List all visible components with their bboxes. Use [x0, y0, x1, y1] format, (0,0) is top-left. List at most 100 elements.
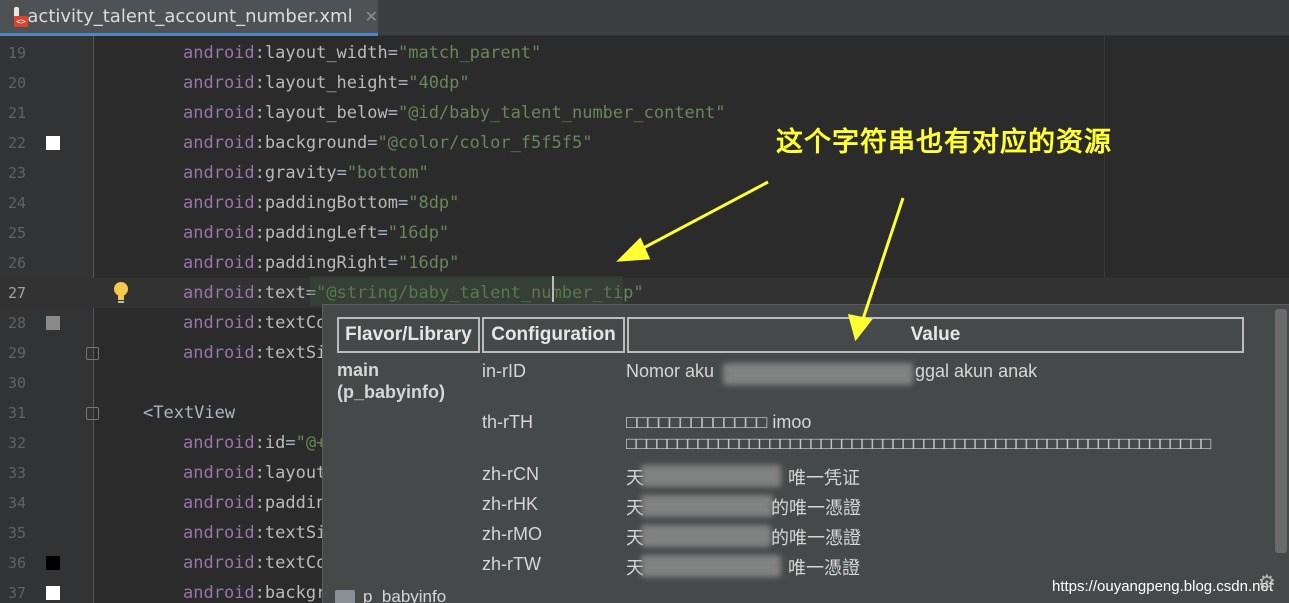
xml-attribute: android:textCo [183, 553, 327, 573]
xml-attribute: android:paddingLeft="16dp" [183, 223, 450, 243]
attr-name: textSi [264, 343, 327, 363]
xml-attribute: android:layout_width="match_parent" [183, 43, 542, 63]
line-number: 20 [8, 74, 27, 92]
flavor-cell: main (p_babyinfo) [337, 360, 445, 402]
attr-name: layout [264, 463, 327, 483]
attr-namespace: android [183, 523, 255, 543]
config-cell: zh-rHK [482, 494, 539, 514]
fold-icon[interactable] [86, 347, 99, 360]
attr-value: "bottom" [346, 163, 429, 183]
gear-icon[interactable]: ⚙ [1258, 572, 1278, 592]
xml-attribute: android:backgr [183, 583, 327, 603]
line-number: 28 [8, 314, 27, 332]
attr-namespace: android [183, 343, 255, 363]
tab-title: activity_talent_account_number.xml [27, 6, 353, 27]
value-cell-end: 唯一凭证 [788, 468, 860, 488]
attr-name: layout_width [264, 43, 388, 63]
xml-attribute: android:paddin [183, 493, 327, 513]
code-line[interactable]: 24 android:paddingBottom="8dp" [0, 188, 1289, 218]
xml-tag: <TextView [143, 403, 236, 423]
attr-value: "match_parent" [397, 43, 542, 63]
color-swatch-icon[interactable] [46, 556, 60, 570]
annotation-text: 这个字符串也有对应的资源 [776, 127, 1112, 158]
code-line[interactable]: 26 android:paddingRight="16dp" [0, 248, 1289, 278]
line-number: 24 [8, 194, 27, 212]
attr-name: paddingBottom [264, 193, 398, 213]
table-header: Flavor/Library Configuration Value [337, 317, 1244, 353]
line-number: 23 [8, 164, 27, 182]
redaction-blur [723, 363, 913, 385]
code-line[interactable]: 19 android:layout_width="match_parent" [0, 38, 1289, 68]
attr-name: id [264, 433, 286, 453]
config-cell: zh-rTW [482, 554, 541, 574]
redaction-blur [641, 465, 781, 487]
config-cell: zh-rMO [482, 524, 542, 544]
line-number: 19 [8, 44, 27, 62]
attr-name: paddingRight [264, 253, 388, 273]
line-number: 22 [8, 134, 27, 152]
redaction-blur [641, 555, 781, 577]
code-line[interactable]: 23 android:gravity="bottom" [0, 158, 1289, 188]
popup-scrollbar[interactable] [1275, 309, 1287, 553]
config-cell: th-rTH [482, 412, 533, 432]
xml-attribute: android:layout_height="40dp" [183, 73, 470, 93]
attr-namespace: android [183, 103, 255, 123]
close-icon[interactable]: ✕ [365, 7, 378, 26]
xml-attribute: android:gravity="bottom" [183, 163, 429, 183]
attr-namespace: android [183, 493, 255, 513]
attr-value: "8dp" [408, 193, 460, 213]
color-swatch-icon[interactable] [46, 586, 60, 600]
folder-label: p_babyinfo [363, 587, 447, 603]
attr-name: paddin [264, 493, 327, 513]
attr-namespace: android [183, 73, 255, 93]
line-number: 31 [8, 404, 27, 422]
attr-value: "40dp" [408, 73, 470, 93]
attr-namespace: android [183, 433, 255, 453]
attr-namespace: android [183, 283, 255, 303]
header-configuration[interactable]: Configuration [482, 317, 625, 353]
file-tab[interactable]: <> activity_talent_account_number.xml ✕ [0, 0, 378, 36]
attr-namespace: android [183, 43, 255, 63]
value-cell-end: 的唯一憑證 [771, 528, 861, 548]
attr-namespace: android [183, 223, 255, 243]
redaction-blur [641, 525, 771, 547]
watermark: https://ouyangpeng.blog.csdn.net [1052, 578, 1274, 595]
text-caret [552, 276, 554, 302]
header-value[interactable]: Value [627, 317, 1244, 353]
xml-badge: <> [14, 15, 28, 27]
xml-attribute: android:textSi [183, 343, 327, 363]
attr-namespace: android [183, 163, 255, 183]
code-line[interactable]: 25 android:paddingLeft="16dp" [0, 218, 1289, 248]
attr-namespace: android [183, 253, 255, 273]
attr-namespace: android [183, 133, 255, 153]
line-number: 29 [8, 344, 27, 362]
line-number: 34 [8, 494, 27, 512]
attr-value: "@id/baby_talent_number_content" [397, 103, 726, 123]
xml-attribute: android:textCo [183, 313, 327, 333]
attr-namespace: android [183, 583, 255, 603]
color-swatch-icon[interactable] [46, 136, 60, 150]
attr-name: gravity [264, 163, 337, 183]
lightbulb-icon[interactable] [111, 280, 131, 306]
color-swatch-icon[interactable] [46, 316, 60, 330]
editor-tab-bar: <> activity_talent_account_number.xml ✕ [0, 0, 1289, 36]
line-number: 35 [8, 524, 27, 542]
line-number: 36 [8, 554, 27, 572]
attr-name: backgr [264, 583, 327, 603]
attr-name: textCo [264, 553, 327, 573]
header-flavor-library[interactable]: Flavor/Library [337, 317, 480, 353]
code-line[interactable]: 20 android:layout_height="40dp" [0, 68, 1289, 98]
line-number: 33 [8, 464, 27, 482]
xml-attribute: android:layout [183, 463, 327, 483]
line-number: 21 [8, 104, 27, 122]
attr-namespace: android [183, 463, 255, 483]
line-number: 25 [8, 224, 27, 242]
line-number: 37 [8, 584, 27, 602]
config-cell: in-rID [482, 361, 526, 381]
xml-attribute: android:textSi [183, 523, 327, 543]
config-cell: zh-rCN [482, 464, 539, 484]
attr-value: "16dp" [387, 223, 450, 243]
attr-name: layout_height [264, 73, 398, 93]
folder-row[interactable]: p_babyinfo [335, 587, 446, 603]
fold-icon[interactable] [86, 407, 99, 420]
